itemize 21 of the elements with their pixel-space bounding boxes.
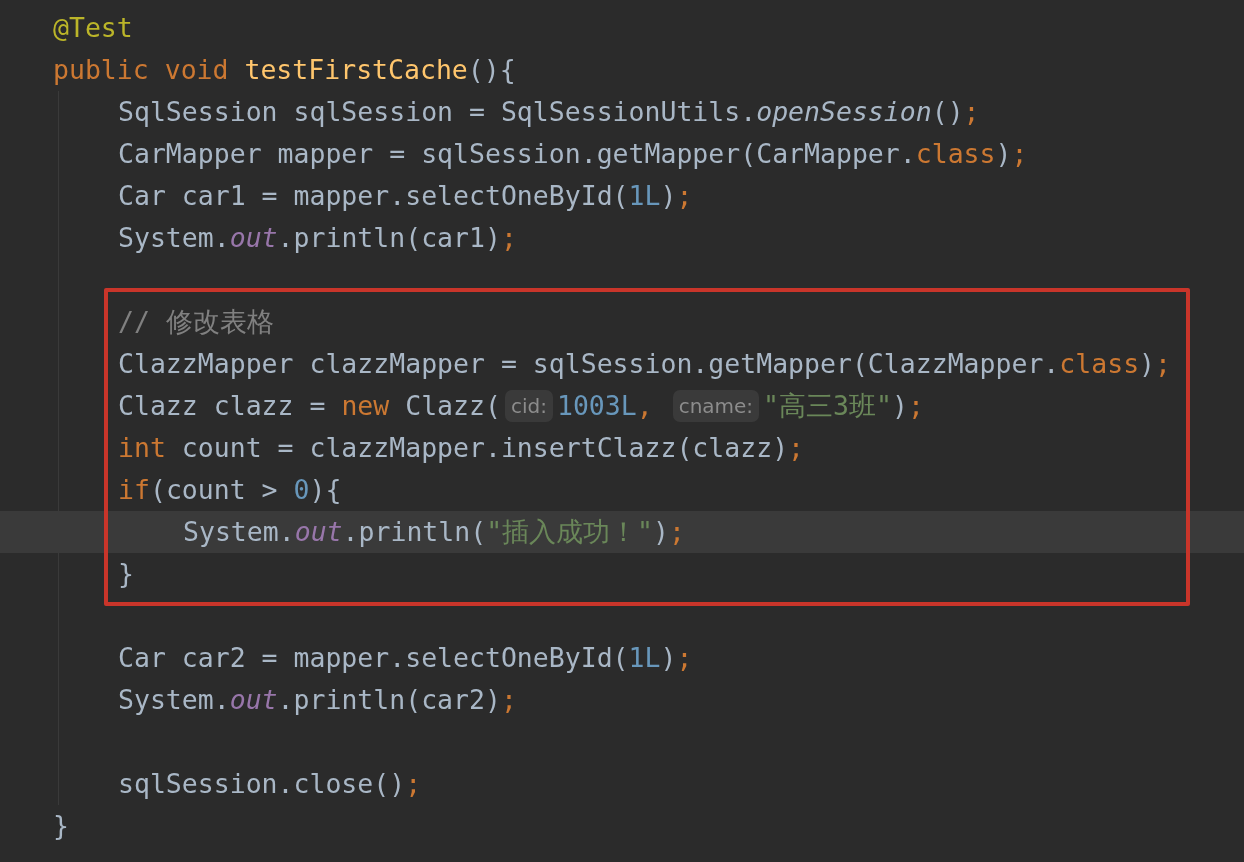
code-text: CarMapper mapper = sqlSession.getMapper(CarMapper.class);: [118, 137, 1028, 171]
parameter-hint: cid:: [504, 390, 553, 422]
code-text: Car car1 = mapper.selectOneById(1L);: [118, 179, 693, 213]
code-text: public void testFirstCache(){: [53, 53, 516, 87]
code-text: Clazz clazz = new Clazz(: [118, 389, 501, 423]
code-text: }: [118, 557, 134, 591]
code-text: System.out.println(car2);: [118, 683, 517, 717]
code-text: ClazzMapper clazzMapper = sqlSession.getMapper(ClazzMapper.class);: [118, 347, 1172, 381]
code-text: System.out.println("插入成功！");: [183, 515, 685, 549]
code-text: System.out.println(car1);: [118, 221, 517, 255]
parameter-hint: cname:: [672, 390, 760, 422]
code-text: int count = clazzMapper.insertClazz(clazz);: [118, 431, 805, 465]
code-text: // 修改表格: [118, 305, 274, 339]
code-text: @Test: [53, 11, 133, 45]
code-text: 1003L,: [556, 389, 654, 423]
code-text: SqlSession sqlSession = SqlSessionUtils.openSession();: [118, 95, 980, 129]
code-text: "高三3班");: [763, 389, 924, 423]
code-text: sqlSession.close();: [118, 767, 422, 801]
code-text: if(count > 0){: [118, 473, 342, 507]
code-text: }: [53, 809, 69, 843]
code-text: Car car2 = mapper.selectOneById(1L);: [118, 641, 693, 675]
